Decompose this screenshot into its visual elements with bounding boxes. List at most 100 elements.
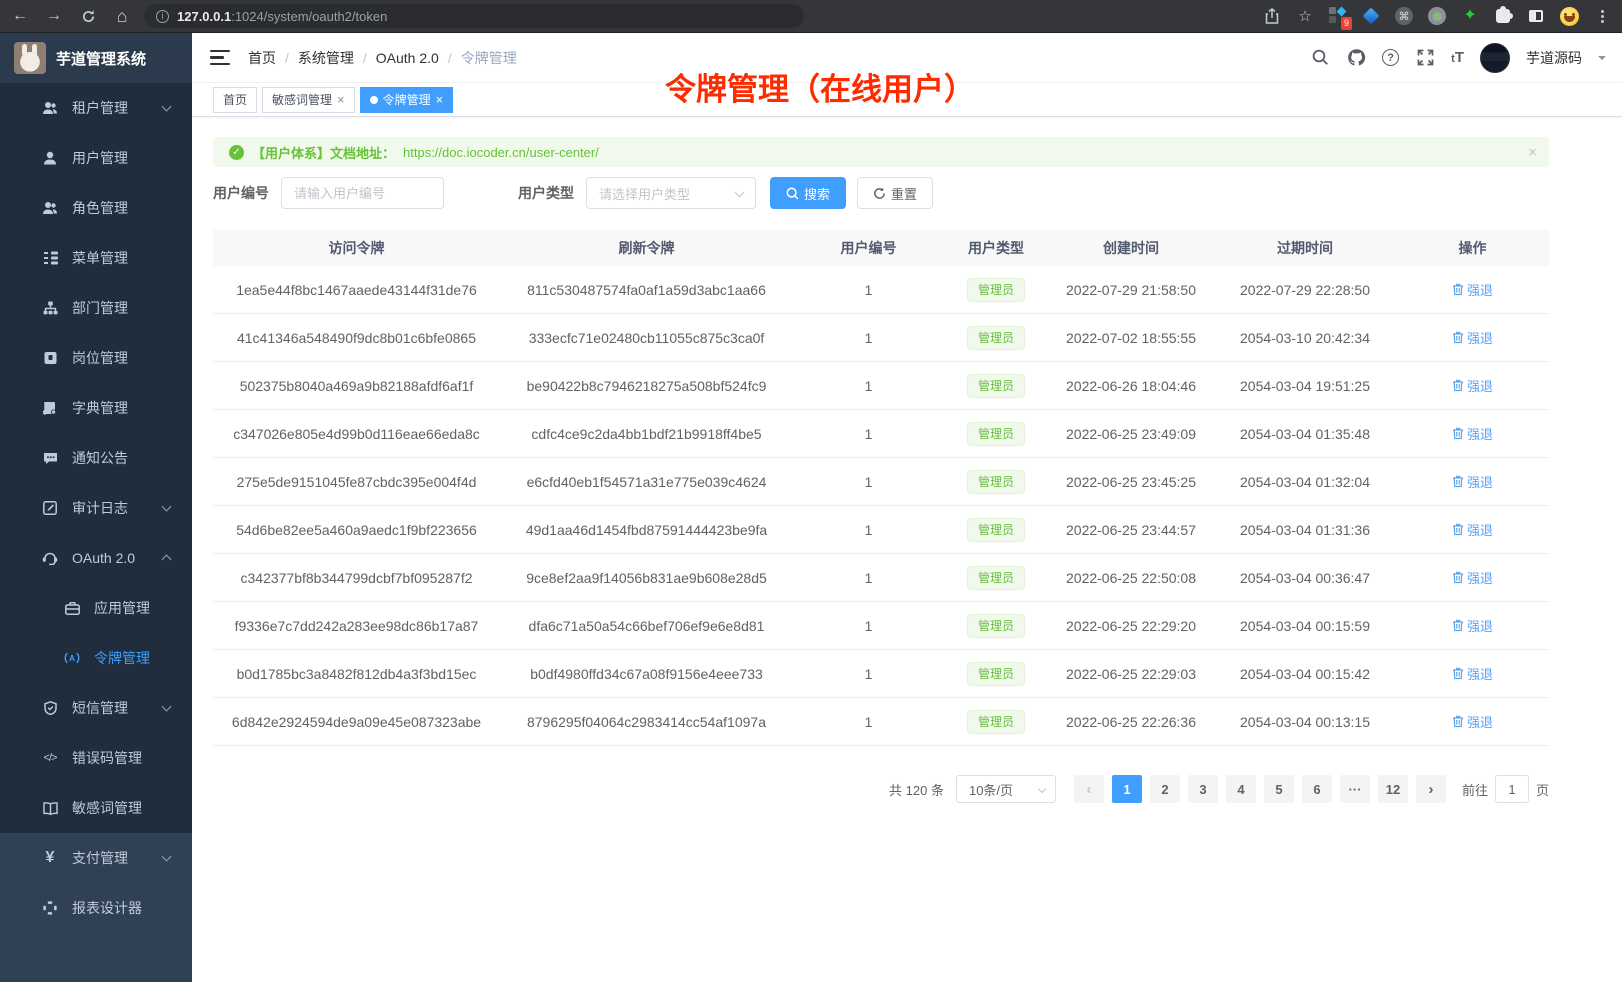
page-button[interactable]: 2 <box>1150 775 1180 803</box>
caret-down-icon[interactable] <box>1598 56 1606 64</box>
refresh-token-cell: b0df4980ffd34c67a08f9156e4eee733 <box>500 666 793 682</box>
command-extension-icon[interactable]: ⌘ <box>1394 6 1414 26</box>
user-id-input[interactable] <box>281 177 444 209</box>
browser-forward-icon[interactable]: → <box>44 6 64 26</box>
sidebar-item-menu[interactable]: 菜单管理 <box>0 233 192 283</box>
recorder-extension-icon[interactable] <box>1427 6 1447 26</box>
sidebar-item-user[interactable]: 用户管理 <box>0 133 192 183</box>
sidebar-item-oauth[interactable]: OAuth 2.0 <box>0 533 192 583</box>
page-button[interactable]: 6 <box>1302 775 1332 803</box>
force-logout-button[interactable]: 强退 <box>1452 328 1493 347</box>
sidebar-item-pay[interactable]: ¥ 支付管理 <box>0 833 192 883</box>
force-logout-button[interactable]: 强退 <box>1452 376 1493 395</box>
github-icon[interactable] <box>1346 48 1366 68</box>
reset-button[interactable]: 重置 <box>857 177 933 209</box>
table-header-row: 访问令牌 刷新令牌 用户编号 用户类型 创建时间 过期时间 操作 <box>213 230 1549 266</box>
force-logout-button[interactable]: 强退 <box>1452 664 1493 683</box>
browser-menu-icon[interactable] <box>1592 6 1612 26</box>
user-type-badge: 管理员 <box>967 614 1025 638</box>
sidebar-item-notice[interactable]: 通知公告 <box>0 433 192 483</box>
user-type-cell: 管理员 <box>944 422 1048 446</box>
sidebar-item-post[interactable]: 岗位管理 <box>0 333 192 383</box>
breadcrumb-home[interactable]: 首页 <box>248 48 276 68</box>
sidebar-item-tenant[interactable]: 租户管理 <box>0 83 192 133</box>
sidebar-item-errcode[interactable]: </> 错误码管理 <box>0 733 192 783</box>
breadcrumb-oauth[interactable]: OAuth 2.0 <box>376 50 439 66</box>
extensions-puzzle-icon[interactable] <box>1493 6 1513 26</box>
user-id-cell: 1 <box>793 618 944 634</box>
force-logout-button[interactable]: 强退 <box>1452 520 1493 539</box>
table-row: 1ea5e44f8bc1467aaede43144f31de76 811c530… <box>213 266 1549 314</box>
sidebar-item-sms[interactable]: 短信管理 <box>0 683 192 733</box>
force-logout-button[interactable]: 强退 <box>1452 472 1493 491</box>
user-id-cell: 1 <box>793 570 944 586</box>
expires-cell: 2022-07-29 22:28:50 <box>1214 282 1396 298</box>
alert-close-icon[interactable]: × <box>1528 144 1537 161</box>
share-icon[interactable] <box>1262 6 1282 26</box>
gem-extension-icon[interactable] <box>1361 6 1381 26</box>
force-logout-button[interactable]: 强退 <box>1452 616 1493 635</box>
tab-token[interactable]: 令牌管理× <box>360 87 454 113</box>
next-page-button[interactable]: › <box>1416 775 1446 803</box>
col-refresh-token: 刷新令牌 <box>500 238 793 258</box>
col-expires: 过期时间 <box>1214 238 1396 258</box>
profile-emoji-icon[interactable] <box>1559 6 1579 26</box>
avatar[interactable] <box>1480 43 1510 73</box>
breadcrumb-system[interactable]: 系统管理 <box>298 48 354 68</box>
site-info-icon[interactable]: i <box>156 10 169 23</box>
sidebar-item-dept[interactable]: 部门管理 <box>0 283 192 333</box>
sidebar-item-dict[interactable]: 字典管理 <box>0 383 192 433</box>
page-size-select[interactable]: 10条/页 <box>956 775 1056 803</box>
close-icon[interactable]: × <box>436 93 444 106</box>
sidebar-collapse-icon[interactable] <box>210 50 230 66</box>
force-logout-button[interactable]: 强退 <box>1452 280 1493 299</box>
address-bar[interactable]: i 127.0.0.1:1024/system/oauth2/token <box>144 4 804 28</box>
force-logout-button[interactable]: 强退 <box>1452 424 1493 443</box>
refresh-token-cell: dfa6c71a50a54c66bef706ef9e6e8d81 <box>500 618 793 634</box>
help-icon[interactable]: ? <box>1382 49 1399 66</box>
browser-home-icon[interactable]: ⌂ <box>112 6 132 26</box>
page-button[interactable]: 1 <box>1112 775 1142 803</box>
access-token-cell: 275e5de9151045fe87cbdc395e004f4d <box>213 474 500 490</box>
prev-page-button[interactable]: ‹ <box>1074 775 1104 803</box>
close-icon[interactable]: × <box>337 93 345 106</box>
page-button[interactable]: 3 <box>1188 775 1218 803</box>
sidepanel-icon[interactable] <box>1526 6 1546 26</box>
font-size-icon[interactable]: tT <box>1451 49 1464 66</box>
force-logout-button[interactable]: 强退 <box>1452 712 1493 731</box>
star-extension-icon[interactable]: ✦ <box>1460 6 1480 26</box>
fullscreen-icon[interactable] <box>1415 48 1435 68</box>
page-button[interactable]: 12 <box>1378 775 1408 803</box>
tab-home[interactable]: 首页 <box>213 87 257 113</box>
tab-sensitive-word[interactable]: 敏感词管理× <box>262 87 355 113</box>
sidebar-item-role[interactable]: 角色管理 <box>0 183 192 233</box>
sidebar-item-sensitive-word[interactable]: 敏感词管理 <box>0 783 192 833</box>
search-button[interactable]: 搜索 <box>770 177 846 209</box>
sidebar-item-oauth-app[interactable]: 应用管理 <box>0 583 192 633</box>
browser-back-icon[interactable]: ← <box>10 6 30 26</box>
created-cell: 2022-06-25 22:29:20 <box>1048 618 1214 634</box>
page-button[interactable]: 4 <box>1226 775 1256 803</box>
goto-page-input[interactable] <box>1495 775 1529 803</box>
extension-badge: 9 <box>1341 17 1352 30</box>
user-id-cell: 1 <box>793 282 944 298</box>
sidebar-item-report-designer[interactable]: 报表设计器 <box>0 883 192 933</box>
sidebar-item-audit-log[interactable]: 审计日志 <box>0 483 192 533</box>
force-logout-button[interactable]: 强退 <box>1452 568 1493 587</box>
page-button[interactable]: ··· <box>1340 775 1370 803</box>
extension-grid-icon[interactable]: 9 <box>1328 6 1348 26</box>
chevron-down-icon <box>735 188 745 198</box>
alert-doc-link[interactable]: https://doc.iocoder.cn/user-center/ <box>403 145 599 160</box>
page-button[interactable]: 5 <box>1264 775 1294 803</box>
user-type-select[interactable]: 请选择用户类型 <box>586 177 756 209</box>
user-icon <box>42 150 58 166</box>
app-logo-bar[interactable]: 芋道管理系统 <box>0 33 192 83</box>
search-icon[interactable] <box>1310 48 1330 68</box>
bookmark-star-icon[interactable]: ☆ <box>1295 6 1315 26</box>
client-icon <box>42 550 58 566</box>
users-icon <box>42 100 58 116</box>
browser-reload-icon[interactable] <box>78 6 98 26</box>
access-token-cell: 502375b8040a469a9b82188afdf6af1f <box>213 378 500 394</box>
sidebar-item-oauth-token[interactable]: A 令牌管理 <box>0 633 192 683</box>
app-icon <box>64 600 80 616</box>
